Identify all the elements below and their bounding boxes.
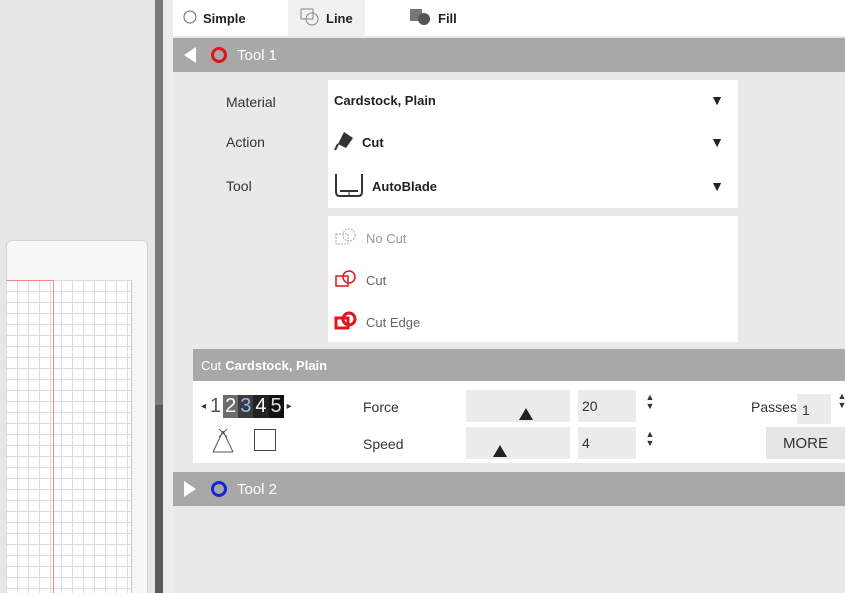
material-value: Cardstock, Plain — [334, 92, 436, 108]
tool-select[interactable]: AutoBlade ▼ — [328, 166, 738, 206]
dropdown-caret-icon: ▼ — [710, 134, 724, 150]
fill-shapes-icon — [408, 8, 432, 29]
cut-settings-header: Cut Cardstock, Plain — [193, 349, 845, 381]
tool1-color-ring-icon — [211, 47, 227, 63]
mat-ruler — [131, 280, 132, 593]
dropdown-caret-icon: ▼ — [710, 92, 724, 108]
blade-holder-icon — [334, 130, 354, 155]
tool1-title: Tool 1 — [237, 46, 278, 64]
autoblade-icon — [334, 172, 364, 201]
cut-option-no-cut[interactable]: No Cut — [334, 218, 406, 258]
cut-option-label: Cut Edge — [366, 314, 421, 330]
material-select[interactable]: Cardstock, Plain ▼ — [328, 80, 738, 120]
cut-settings-prefix: Cut — [201, 357, 222, 373]
no-cut-icon — [334, 227, 360, 250]
force-spinner-icon[interactable]: ▲ ▼ — [645, 393, 655, 411]
passes-spinner-icon[interactable]: ▲ ▼ — [837, 392, 845, 410]
force-label: Force — [363, 399, 399, 415]
cut-edge-icon — [334, 311, 360, 334]
radio-icon — [183, 10, 197, 27]
cut-option-label: Cut — [366, 272, 387, 288]
tool2-header[interactable]: Tool 2 — [173, 472, 845, 506]
tab-line-label: Line — [326, 10, 353, 26]
cut-icon — [334, 269, 360, 292]
passes-label: Passes — [751, 399, 797, 415]
cut-settings-material: Cardstock, Plain — [225, 357, 328, 373]
blade-number[interactable]: 2 — [223, 395, 239, 418]
cut-option-label: No Cut — [366, 230, 407, 246]
design-canvas[interactable] — [0, 0, 155, 593]
speed-label: Speed — [363, 436, 404, 452]
cut-option-cut-edge[interactable]: Cut Edge — [334, 302, 420, 342]
more-button[interactable]: MORE — [766, 427, 845, 459]
blade-number[interactable]: 1 — [208, 395, 223, 418]
dropdown-caret-icon: ▼ — [710, 178, 724, 194]
tool-alignment-icon[interactable] — [210, 427, 236, 460]
tab-fill-label: Fill — [438, 10, 457, 26]
tool1-header[interactable]: Tool 1 — [173, 38, 845, 72]
tool2-color-ring-icon — [211, 481, 227, 497]
blade-number[interactable]: 3 — [238, 395, 254, 418]
tool-value: AutoBlade — [372, 178, 437, 194]
line-shapes-icon — [300, 8, 320, 29]
app-window: Simple Line Fill Tool 1 Material Action … — [0, 0, 845, 593]
tool-label: Tool — [226, 178, 252, 194]
force-slider-thumb[interactable] — [519, 408, 533, 420]
speed-spinner-icon[interactable]: ▲ ▼ — [645, 430, 655, 448]
speed-slider-thumb[interactable] — [493, 445, 507, 457]
cut-settings-body: ◂ 1 2 3 4 5 ▸ Force 20 ▲ ▼ Speed 4 ▲ ▼ Pas… — [193, 381, 845, 463]
passes-input[interactable]: 1 — [797, 394, 831, 424]
tool1-selects: Cardstock, Plain ▼ Cut ▼ AutoBlade ▼ — [328, 80, 738, 208]
speed-input[interactable]: 4 — [578, 427, 636, 459]
action-value: Cut — [362, 134, 384, 150]
action-select[interactable]: Cut ▼ — [328, 122, 738, 162]
expand-arrow-icon[interactable] — [173, 481, 207, 497]
action-label: Action — [226, 134, 265, 150]
collapse-arrow-icon[interactable] — [173, 47, 207, 63]
material-label: Material — [226, 94, 276, 110]
cut-option-cut[interactable]: Cut — [334, 260, 386, 300]
speed-slider[interactable] — [466, 427, 570, 459]
force-input[interactable]: 20 — [578, 390, 636, 422]
tool2-title: Tool 2 — [237, 480, 278, 498]
blade-number[interactable]: 5 — [268, 395, 284, 418]
right-arrow-icon[interactable]: ▸ — [287, 401, 292, 412]
blade-number[interactable]: 4 — [253, 395, 269, 418]
tab-line[interactable]: Line — [288, 0, 365, 36]
page-boundary — [6, 280, 54, 593]
tool1-settings: Material Action Tool Cardstock, Plain ▼ … — [173, 72, 845, 350]
cut-mode-options: No Cut Cut Cut Edge — [328, 216, 738, 342]
tab-simple[interactable]: Simple — [183, 0, 246, 36]
tab-simple-label: Simple — [203, 10, 246, 26]
force-slider[interactable] — [466, 390, 570, 422]
tab-fill[interactable]: Fill — [408, 0, 457, 36]
blade-depth-selector[interactable]: ◂ 1 2 3 4 5 ▸ — [201, 395, 292, 418]
panel-scrollbar-thumb[interactable] — [155, 0, 163, 405]
left-arrow-icon[interactable]: ◂ — [201, 401, 206, 412]
square-toggle[interactable] — [254, 429, 276, 451]
mode-tabs: Simple Line Fill — [173, 0, 845, 36]
